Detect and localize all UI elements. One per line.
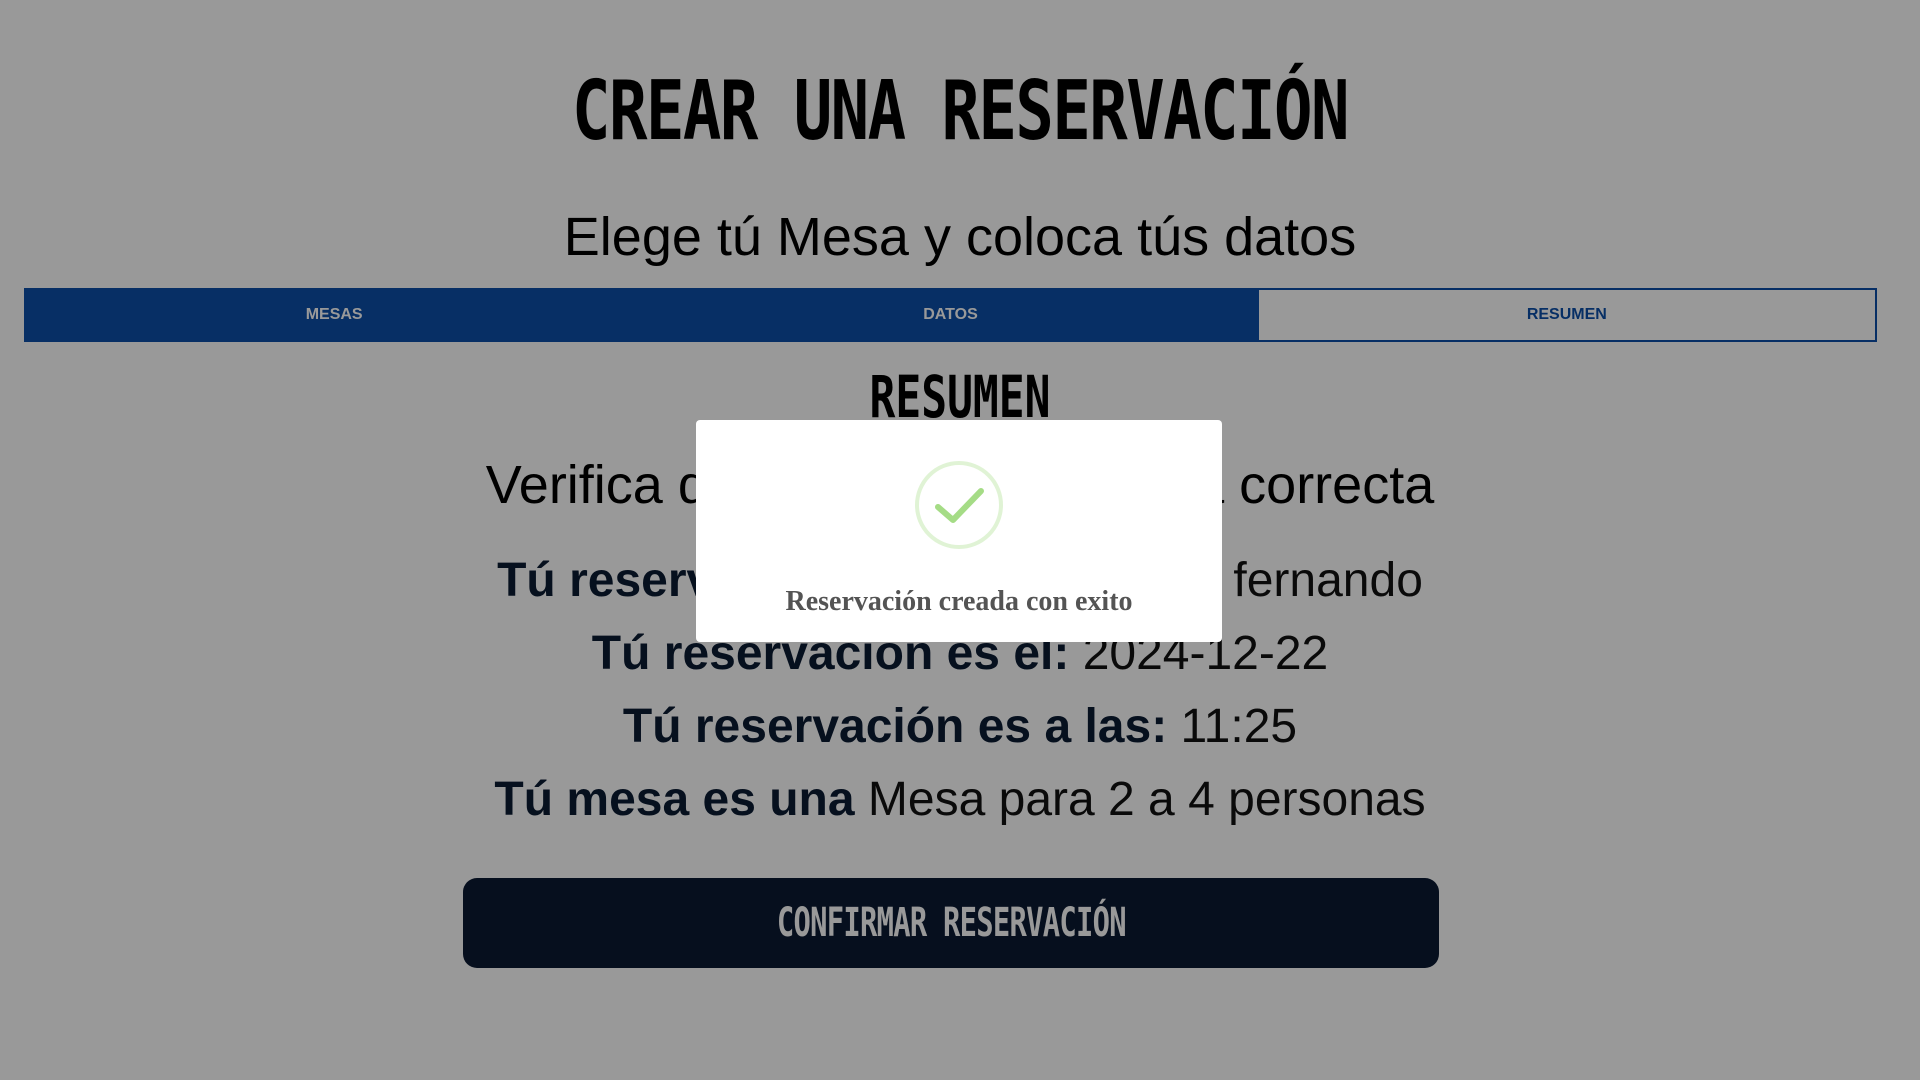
success-check-icon: [915, 461, 1003, 549]
modal-message: Reservación creada con exito: [785, 586, 1133, 617]
success-modal: Reservación creada con exito: [696, 420, 1222, 642]
modal-overlay[interactable]: Reservación creada con exito: [0, 0, 1920, 1080]
